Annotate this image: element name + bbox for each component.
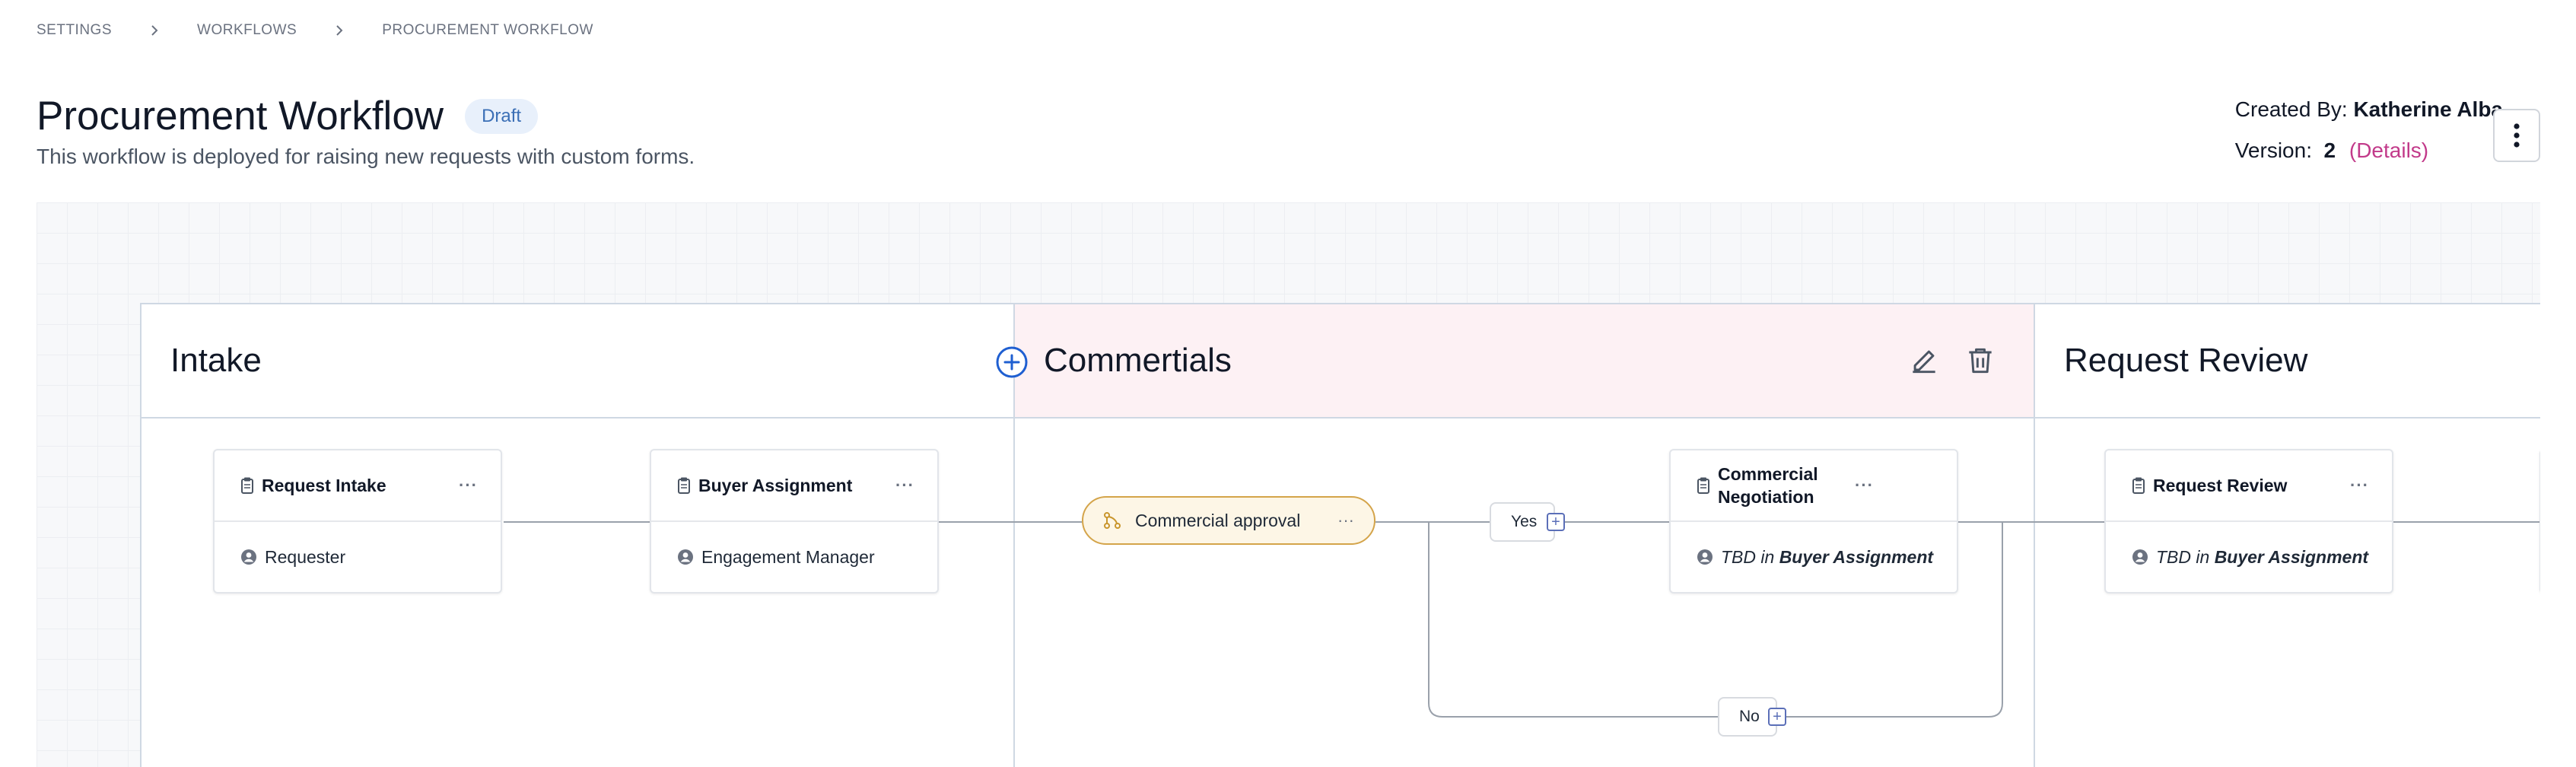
clipboard-icon <box>678 477 690 494</box>
assignee-name: Requester <box>265 546 346 567</box>
assignee-text: TBD in Buyer Assignment <box>2156 547 2368 568</box>
status-badge: Draft <box>465 98 539 134</box>
assignee-text: TBD in Buyer Assignment <box>1721 547 1933 568</box>
decision-commercial-approval[interactable]: Commercial approval ··· <box>1082 496 1375 545</box>
breadcrumb-workflows[interactable]: WORKFLOWS <box>197 22 297 39</box>
node-title: Buyer Assignment <box>698 476 853 495</box>
clipboard-icon <box>241 477 253 494</box>
assignee-prefix: TBD <box>1721 546 1756 567</box>
decision-title: Commercial approval <box>1135 510 1301 530</box>
version-value: 2 <box>2323 138 2336 162</box>
node-assignee: TBD in Buyer Assignment <box>1671 522 1957 592</box>
node-request-intake[interactable]: Request Intake ··· Requester <box>213 449 502 594</box>
user-circle-icon <box>2132 549 2148 565</box>
clipboard-icon <box>1697 477 1709 494</box>
add-stage-plus-circle-icon[interactable] <box>995 345 1029 379</box>
plus-square-icon[interactable]: + <box>1768 708 1786 726</box>
created-by-label: Created By: <box>2234 97 2348 121</box>
kebab-icon <box>2514 123 2520 148</box>
node-more-button[interactable]: ··· <box>2350 476 2369 495</box>
more-options-button[interactable] <box>2493 109 2540 162</box>
breadcrumb: SETTINGS WORKFLOWS PROCUREMENT WORKFLOW <box>37 21 593 40</box>
assignee-in: in <box>2196 546 2210 567</box>
node-header: Request Intake ··· <box>215 450 501 522</box>
title-row: Procurement Workflow Draft <box>37 93 539 139</box>
assignee-in: in <box>1760 546 1775 567</box>
node-title: Request Review <box>2153 476 2288 495</box>
node-assignee: Requester <box>215 522 501 592</box>
version-label: Version: <box>2234 138 2312 162</box>
branch-yes-pill[interactable]: Yes <box>1490 502 1555 542</box>
node-assignee: Engagement Manager <box>651 522 937 592</box>
node-header: Request Review ··· <box>2106 450 2392 522</box>
node-request-review[interactable]: Request Review ··· TBD in Buyer Assignme… <box>2104 449 2393 594</box>
user-circle-icon <box>1697 549 1713 565</box>
node-commercial-negotiation[interactable]: Commercial Negotiation ··· TBD in Buyer … <box>1669 449 1958 594</box>
node-title: Commercial Negotiation <box>1718 464 1818 507</box>
page-title: Procurement Workflow <box>37 94 444 138</box>
clipboard-icon <box>2132 477 2145 494</box>
node-assignee: TBD in Buyer Assignment <box>2106 522 2392 592</box>
plus-square-icon[interactable]: + <box>1547 513 1565 531</box>
assignee-prefix: TBD <box>2156 546 2191 567</box>
node-more-button[interactable]: ··· <box>459 476 478 495</box>
user-circle-icon <box>241 549 256 565</box>
created-by-row: Created By: Katherine Alba <box>2235 97 2503 122</box>
branch-icon <box>1104 512 1121 529</box>
page-subtitle: This workflow is deployed for raising ne… <box>37 145 695 168</box>
assignee-name: Engagement Manager <box>701 546 875 567</box>
node-title: Request Intake <box>262 476 386 495</box>
decision-more-button[interactable]: ··· <box>1337 511 1354 530</box>
details-link[interactable]: (Details) <box>2349 138 2428 162</box>
node-more-button[interactable]: ··· <box>1855 476 1874 495</box>
node-header: Buyer Assignment ··· <box>651 450 937 522</box>
created-by-value: Katherine Alba <box>2353 97 2503 121</box>
node-more-button[interactable]: ··· <box>895 476 914 495</box>
workflow-canvas[interactable]: Intake Commertials Request Review Reques… <box>37 202 2540 767</box>
user-circle-icon <box>678 549 693 565</box>
breadcrumb-current: PROCUREMENT WORKFLOW <box>382 22 593 38</box>
chevron-right-icon <box>336 25 343 36</box>
version-row: Version: 2 (Details) <box>2235 138 2503 163</box>
node-buyer-assignment[interactable]: Buyer Assignment ··· Engagement Manager <box>650 449 939 594</box>
node-next-partial[interactable] <box>2539 449 2540 594</box>
branch-no-label: No <box>1739 708 1760 725</box>
assignee-ref: Buyer Assignment <box>1779 546 1934 567</box>
workflow-meta: Created By: Katherine Alba Version: 2 (D… <box>2235 97 2503 180</box>
chevron-right-icon <box>151 25 158 36</box>
node-header: Commercial Negotiation ··· <box>1671 450 1957 522</box>
branch-yes-label: Yes <box>1511 513 1538 530</box>
assignee-ref: Buyer Assignment <box>2214 546 2369 567</box>
breadcrumb-settings[interactable]: SETTINGS <box>37 22 112 39</box>
